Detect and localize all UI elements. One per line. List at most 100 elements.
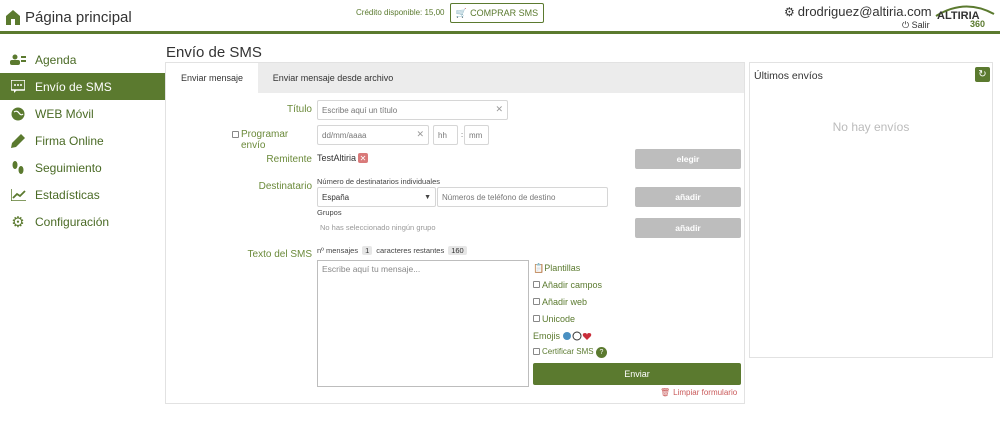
- sidebar-item-label: Configuración: [35, 214, 110, 229]
- phone-placeholder: Números de teléfono de destino: [442, 192, 556, 202]
- add-fields-checkbox[interactable]: [533, 281, 540, 288]
- sidebar-item-seguimiento[interactable]: Seguimiento: [0, 154, 165, 181]
- hour-input[interactable]: hh: [433, 125, 458, 145]
- power-icon: ⏻: [902, 20, 910, 30]
- user-menu[interactable]: ⚙ drodriguez@altiria.com: [784, 4, 932, 19]
- title-label: Título: [286, 104, 312, 115]
- clear-icon[interactable]: ✕: [495, 104, 503, 115]
- contacts-icon: [10, 52, 26, 68]
- add-web-checkbox[interactable]: [533, 298, 540, 305]
- sender-label: Remitente: [266, 154, 312, 165]
- title-input[interactable]: Escribe aquí un título ✕: [317, 100, 508, 120]
- help-icon[interactable]: ?: [596, 347, 607, 358]
- buy-sms-button[interactable]: 🛒 COMPRAR SMS: [450, 3, 544, 23]
- certify-checkbox[interactable]: [533, 348, 540, 355]
- recent-title: Últimos envíos: [754, 70, 823, 82]
- unicode-label: Unicode: [542, 314, 576, 324]
- sidebar-item-agenda[interactable]: Agenda: [0, 46, 165, 73]
- messages-count: 1: [362, 246, 373, 255]
- heart-emoji-icon: [582, 333, 592, 340]
- tabs: Enviar mensaje Enviar mensaje desde arch…: [166, 63, 744, 93]
- schedule-label: Programar envío: [241, 129, 289, 151]
- home-label: Página principal: [25, 9, 132, 26]
- ball-emoji-icon: [572, 331, 582, 341]
- sidebar-item-envio-sms[interactable]: Envío de SMS: [0, 73, 165, 100]
- user-gear-icon: ⚙: [784, 4, 795, 19]
- sms-icon: [10, 79, 26, 95]
- remove-sender-icon[interactable]: ✕: [358, 153, 369, 163]
- templates-label: Plantillas: [544, 263, 581, 273]
- sidebar-item-label: Seguimiento: [35, 160, 102, 175]
- refresh-icon[interactable]: ↻: [975, 67, 990, 82]
- date-input[interactable]: dd/mm/aaaa ✕: [317, 125, 429, 145]
- messages-label: nº mensajes: [317, 246, 359, 255]
- clear-date-icon[interactable]: ✕: [416, 129, 424, 140]
- home-link[interactable]: Página principal: [6, 9, 132, 26]
- sender-tag: TestAltiria ✕: [317, 153, 369, 163]
- emoji-icons[interactable]: [562, 331, 592, 341]
- country-value: España: [322, 192, 350, 202]
- date-placeholder: dd/mm/aaaa: [322, 130, 367, 140]
- chevron-down-icon: ▼: [424, 194, 431, 201]
- logo-sub: 360: [970, 19, 985, 28]
- sender-value: TestAltiria: [317, 153, 357, 163]
- schedule-checkbox[interactable]: [232, 131, 239, 138]
- add-group-button[interactable]: añadir: [635, 218, 741, 238]
- templates-link[interactable]: 📋Plantillas: [533, 263, 580, 274]
- add-fields-label: Añadir campos: [542, 280, 603, 290]
- sidebar-item-estadisticas[interactable]: Estadísticas: [0, 181, 165, 208]
- sidebar-item-label: Firma Online: [35, 133, 104, 148]
- footprints-icon: [10, 160, 26, 176]
- home-icon: [6, 10, 20, 25]
- country-select[interactable]: España ▼: [317, 187, 436, 207]
- logout-link[interactable]: ⏻ Salir: [902, 20, 930, 31]
- tab-enviar-mensaje[interactable]: Enviar mensaje: [166, 63, 258, 93]
- clear-form-link[interactable]: 🗑 Limpiar formulario: [660, 388, 737, 397]
- remaining-count: 160: [448, 246, 467, 255]
- top-header: Página principal Crédito disponible: 15,…: [0, 0, 1000, 34]
- add-recipient-button[interactable]: añadir: [635, 187, 741, 207]
- minute-input[interactable]: mm: [464, 125, 489, 145]
- unicode-checkbox[interactable]: [533, 315, 540, 322]
- sidebar-item-label: WEB Móvil: [35, 106, 94, 121]
- tab-enviar-desde-archivo[interactable]: Enviar mensaje desde archivo: [258, 63, 408, 93]
- sidebar-item-label: Envío de SMS: [35, 79, 112, 94]
- sms-counters: nº mensajes 1 caracteres restantes 160: [317, 246, 471, 255]
- groups-empty-text: No has seleccionado ningún grupo: [320, 223, 436, 232]
- message-textarea[interactable]: Escribe aquí tu mensaje...: [317, 260, 529, 387]
- pen-icon: [10, 133, 26, 149]
- globe-icon: [10, 106, 26, 122]
- clipboard-icon: 📋: [533, 263, 545, 273]
- message-placeholder: Escribe aquí tu mensaje...: [322, 264, 421, 274]
- buy-sms-label: COMPRAR SMS: [470, 8, 539, 18]
- clear-form-label: Limpiar formulario: [673, 388, 738, 397]
- user-email: drodriguez@altiria.com: [797, 4, 932, 19]
- trash-icon: 🗑: [660, 388, 671, 397]
- certify-label: Certificar SMS: [542, 347, 594, 356]
- credit-text: Crédito disponible: 15,00: [356, 8, 445, 17]
- emojis-row[interactable]: Emojis: [533, 331, 592, 341]
- chart-icon: [10, 187, 26, 203]
- sidebar-item-label: Estadísticas: [35, 187, 100, 202]
- title-placeholder: Escribe aquí un título: [322, 105, 398, 115]
- sidebar: Agenda Envío de SMS WEB Móvil Firma Onli…: [0, 46, 165, 235]
- phone-input[interactable]: Números de teléfono de destino: [437, 187, 608, 207]
- sidebar-item-label: Agenda: [35, 52, 77, 67]
- sidebar-item-web-movil[interactable]: WEB Móvil: [0, 100, 165, 127]
- recipient-label: Destinatario: [258, 181, 312, 192]
- add-web-label: Añadir web: [542, 297, 588, 307]
- groups-label: Grupos: [317, 208, 342, 217]
- minute-placeholder: mm: [469, 130, 483, 140]
- time-separator: :: [461, 130, 464, 139]
- sidebar-item-configuracion[interactable]: ⚙ Configuración: [0, 208, 165, 235]
- logout-label: Salir: [911, 20, 930, 30]
- choose-sender-button[interactable]: elegir: [635, 149, 741, 169]
- remaining-label: caracteres restantes: [376, 246, 445, 255]
- send-button[interactable]: Enviar: [533, 363, 741, 385]
- altiria-logo: ALTIRIA 360: [935, 5, 995, 28]
- gear-icon: ⚙: [11, 213, 25, 231]
- individual-label: Número de destinatarios individuales: [317, 177, 440, 186]
- cart-icon: 🛒: [455, 7, 468, 18]
- globe-emoji-icon: [563, 332, 572, 340]
- sidebar-item-firma-online[interactable]: Firma Online: [0, 127, 165, 154]
